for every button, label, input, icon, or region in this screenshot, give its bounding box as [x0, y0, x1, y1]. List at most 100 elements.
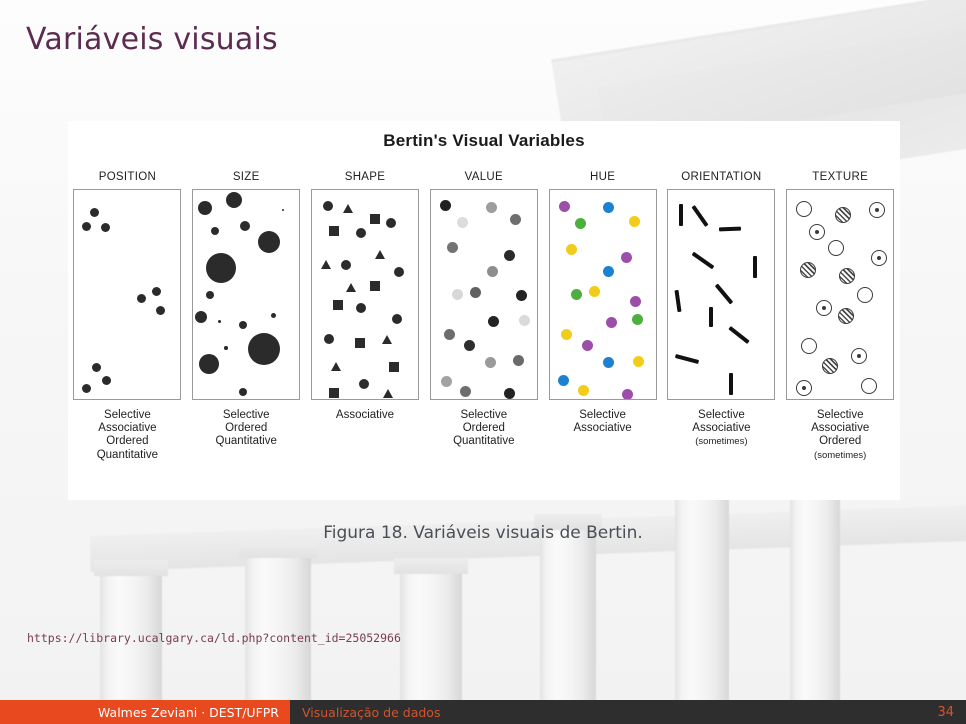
size-circle [239, 321, 248, 329]
shape-square [369, 214, 380, 224]
hue-dot [577, 385, 589, 396]
panel-caption-texture: Selective Associative Ordered (sometimes… [811, 409, 869, 462]
orientation-bar [675, 353, 700, 365]
panel-caption-size: Selective Ordered Quantitative [216, 409, 277, 449]
texture-open-circle [796, 201, 813, 217]
figure-title: Bertin's Visual Variables [383, 131, 585, 150]
position-dot [101, 223, 111, 232]
shape-square [328, 388, 339, 398]
caption-note: (sometimes) [814, 449, 867, 461]
shape-triangle [342, 204, 353, 213]
background-column-capital [394, 558, 468, 574]
orientation-bar [674, 289, 682, 313]
panel-size: SIZE Selective Ordered Quantitative [187, 165, 306, 462]
hue-dot [602, 202, 614, 213]
shape-triangle [345, 283, 356, 292]
shape-square [388, 362, 399, 372]
size-circle [206, 253, 237, 283]
source-url-link[interactable]: https://library.ucalgary.ca/ld.php?conte… [27, 631, 401, 645]
background-column [540, 518, 596, 724]
panel-plot-hue [548, 189, 657, 400]
panel-header-shape: SHAPE [344, 171, 386, 183]
value-dot [459, 386, 471, 397]
footer-page-number: 34 [937, 704, 954, 720]
shape-circle [323, 334, 334, 344]
orientation-bar [691, 205, 709, 227]
footer-author-segment: Walmes Zeviani · DEST/UFPR [0, 700, 290, 724]
caption-line: Associative [98, 422, 157, 435]
hue-dot [631, 314, 643, 325]
panel-caption-orientation: Selective Associative (sometimes) [692, 409, 750, 449]
texture-open-circle [861, 378, 878, 394]
orientation-bar [679, 204, 684, 226]
texture-open-circle [801, 338, 818, 354]
value-dot [485, 202, 497, 213]
texture-open-circle [828, 240, 845, 256]
panel-header-hue: HUE [589, 171, 616, 183]
shape-circle [391, 314, 402, 324]
caption-line: Ordered [106, 435, 149, 448]
orientation-bar [715, 283, 734, 305]
figure-caption: Figura 18. Variáveis visuais de Bertin. [323, 523, 643, 543]
texture-hatch-circle [835, 207, 852, 223]
shape-triangle [374, 250, 385, 259]
hue-dot [628, 216, 640, 227]
hue-dot [560, 329, 572, 340]
size-circle [198, 201, 213, 215]
panel-shape: SHAPE Associative [306, 165, 425, 462]
shape-circle [322, 201, 333, 211]
position-dot [137, 294, 147, 303]
orientation-bar [728, 326, 751, 344]
hue-dot [620, 252, 632, 263]
size-circle [281, 208, 285, 212]
texture-hatch-circle [838, 308, 855, 324]
panel-header-size: SIZE [232, 171, 260, 183]
panel-caption-position: Selective Associative Ordered Quantitati… [97, 409, 158, 462]
panel-header-texture: TEXTURE [812, 171, 869, 183]
texture-open-circle [857, 287, 874, 303]
value-dot [512, 355, 524, 366]
value-dot [487, 316, 499, 327]
shape-circle [355, 228, 366, 238]
hue-dot [621, 389, 633, 399]
visual-variables-grid: POSITION Selective Associative Ordered Q… [68, 165, 900, 462]
value-dot [451, 289, 463, 300]
panel-caption-value: Selective Ordered Quantitative [453, 409, 514, 449]
caption-line: Associative [811, 422, 870, 435]
caption-line: Associative [335, 409, 395, 421]
caption-line: Associative [692, 422, 751, 435]
shape-circle [358, 379, 369, 389]
shape-triangle [382, 389, 393, 398]
background-column [790, 462, 840, 724]
footer-bar: Walmes Zeviani · DEST/UFPR Visualização … [0, 700, 966, 724]
value-dot [456, 217, 468, 228]
caption-line: Ordered [462, 422, 505, 435]
position-dot [102, 376, 112, 385]
size-circle [211, 227, 220, 235]
orientation-bar [753, 256, 758, 278]
shape-square [328, 226, 339, 236]
position-dot [82, 384, 92, 393]
value-dot [446, 242, 458, 253]
panel-position: POSITION Selective Associative Ordered Q… [68, 165, 187, 462]
hue-dot [629, 296, 641, 307]
size-circle [199, 354, 220, 374]
panel-texture: TEXTURE Selective Associative Ordered (s… [781, 165, 900, 462]
texture-dot-circle [809, 224, 826, 240]
background-column-capital [94, 560, 168, 576]
panel-plot-shape [310, 189, 419, 400]
size-circle [258, 231, 281, 253]
size-circle [248, 333, 281, 365]
panel-header-position: POSITION [98, 171, 157, 183]
orientation-bar [719, 226, 742, 232]
size-circle [206, 291, 215, 299]
value-dot [503, 388, 515, 399]
texture-dot-circle [816, 300, 833, 316]
hue-dot [558, 201, 570, 212]
value-dot [463, 340, 475, 351]
hue-dot [565, 244, 577, 255]
panel-hue: HUE Selective Associative [543, 165, 662, 462]
caption-line: Associative [573, 422, 632, 435]
panel-header-orientation: ORIENTATION [681, 171, 762, 183]
hue-dot [602, 266, 614, 277]
